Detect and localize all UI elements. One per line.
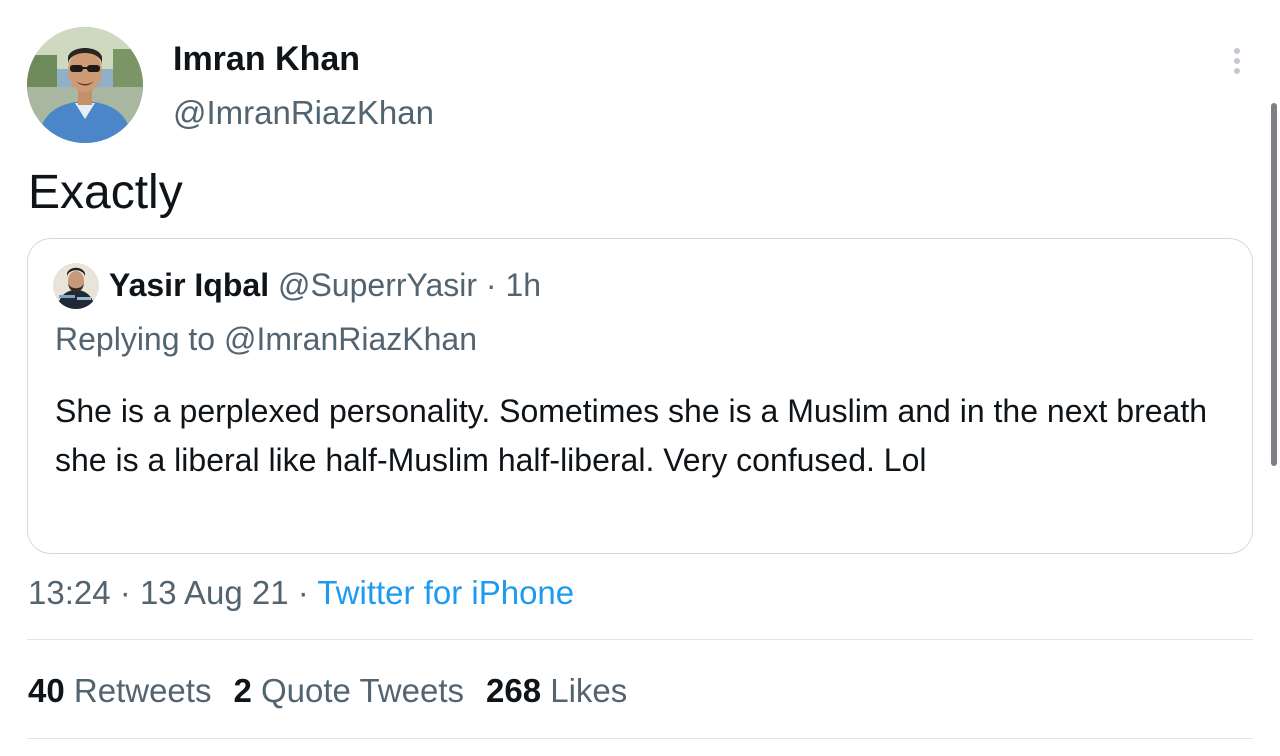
tweet-text: Exactly	[28, 166, 183, 219]
tweet-stats: 40 Retweets 2 Quote Tweets 268 Likes	[28, 671, 649, 711]
quoted-separator: ·	[485, 267, 497, 303]
quoted-author-avatar-image	[53, 263, 99, 309]
author-name[interactable]: Imran Khan	[173, 39, 360, 79]
quote-tweets-label: Quote Tweets	[260, 672, 464, 709]
retweets-label: Retweets	[73, 672, 212, 709]
quoted-replying-to[interactable]: Replying to @ImranRiazKhan	[55, 319, 477, 359]
meta-separator: ·	[119, 574, 131, 611]
quoted-tweet-text: She is a perplexed personality. Sometime…	[55, 393, 1207, 478]
author-avatar[interactable]	[27, 27, 143, 143]
quote-tweets-count: 2	[233, 672, 252, 709]
quote-tweets-stat[interactable]: 2 Quote Tweets	[233, 672, 464, 709]
author-handle[interactable]: @ImranRiazKhan	[173, 93, 434, 133]
retweets-stat[interactable]: 40 Retweets	[28, 672, 211, 709]
likes-stat[interactable]: 268 Likes	[486, 672, 627, 709]
tweet-date[interactable]: 13 Aug 21	[140, 574, 289, 611]
divider	[27, 738, 1253, 739]
divider	[27, 639, 1253, 640]
quoted-tweet-header: Yasir Iqbal @SuperrYasir · 1h	[109, 265, 541, 305]
author-avatar-image	[27, 27, 143, 143]
quoted-author-name[interactable]: Yasir Iqbal	[109, 267, 269, 303]
quoted-author-avatar[interactable]	[53, 263, 99, 309]
quoted-tweet-card[interactable]: Yasir Iqbal @SuperrYasir · 1h Replying t…	[27, 238, 1253, 554]
quoted-timestamp[interactable]: 1h	[505, 267, 541, 303]
meta-separator: ·	[297, 574, 309, 611]
likes-count: 268	[486, 672, 542, 709]
retweets-count: 40	[28, 672, 65, 709]
tweet-time[interactable]: 13:24	[28, 574, 111, 611]
likes-label: Likes	[550, 672, 628, 709]
tweet-source-link[interactable]: Twitter for iPhone	[317, 574, 574, 611]
tweet-meta: 13:24 · 13 Aug 21 · Twitter for iPhone	[28, 573, 574, 613]
scrollbar[interactable]	[1271, 103, 1277, 466]
quoted-author-handle[interactable]: @SuperrYasir	[278, 267, 477, 303]
more-options-button[interactable]	[1222, 40, 1252, 80]
